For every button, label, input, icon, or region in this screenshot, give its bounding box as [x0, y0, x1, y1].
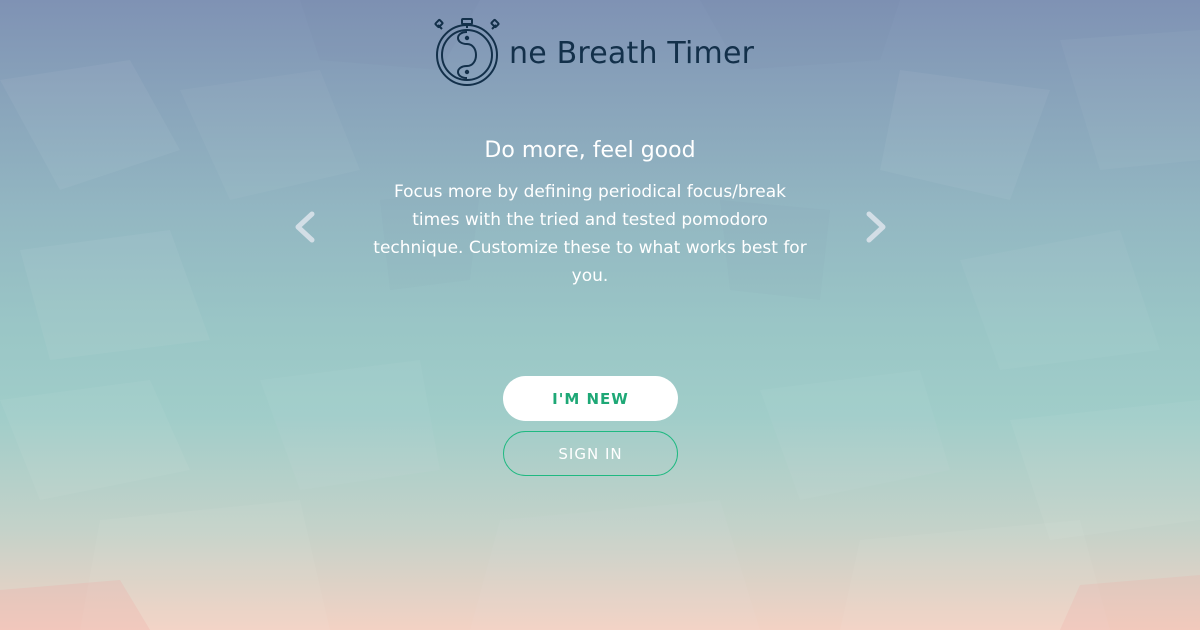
- im-new-button[interactable]: I'M NEW: [503, 376, 678, 421]
- logo-text: ne Breath Timer: [509, 35, 755, 71]
- sign-in-button[interactable]: SIGN IN: [503, 431, 678, 476]
- slide-description: Focus more by defining periodical focus/…: [373, 182, 807, 286]
- app-logo[interactable]: ne Breath Timer: [433, 18, 754, 86]
- carousel-prev-button[interactable]: [290, 210, 320, 244]
- chevron-right-icon: [866, 211, 886, 243]
- slide-title: Do more, feel good: [484, 138, 696, 163]
- carousel-next-button[interactable]: [861, 210, 891, 244]
- carousel-slide: Do more, feel good Focus more by definin…: [370, 136, 810, 290]
- stopwatch-yin-yang-icon: [434, 18, 500, 86]
- low-poly-background: [0, 0, 1200, 630]
- chevron-left-icon: [295, 211, 315, 243]
